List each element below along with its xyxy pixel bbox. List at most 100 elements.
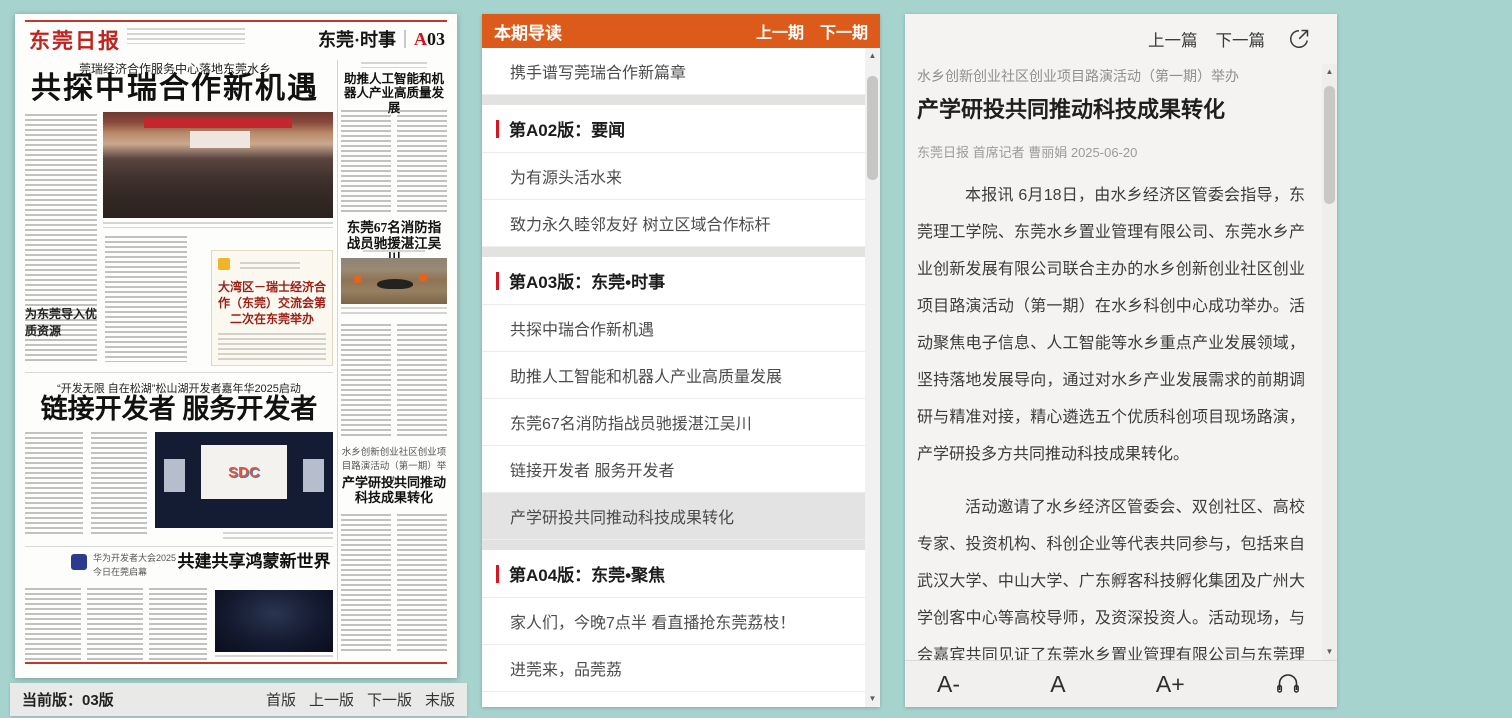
font-larger-button[interactable]: A+: [1156, 671, 1185, 698]
text-lines: [218, 333, 326, 361]
text-lines: [361, 62, 427, 68]
page-nav-link[interactable]: 末版: [425, 689, 455, 710]
toc-item[interactable]: 链接开发者 服务开发者: [482, 446, 865, 493]
brief-box[interactable]: 大湾区－瑞士经济合作（东莞）交流会第二次在东莞举办: [211, 250, 333, 366]
toc-item[interactable]: 第A02版：要闻: [482, 95, 865, 153]
reader-toolbar: A- A A+: [905, 660, 1337, 707]
font-smaller-button[interactable]: A-: [937, 671, 960, 698]
scroll-down-icon[interactable]: ▼: [865, 692, 880, 706]
article-paragraph: 本报讯 6月18日，由水乡经济区管委会指导，东莞理工学院、东莞水乡置业管理有限公…: [917, 177, 1305, 473]
reader-nav: 上一篇 下一篇: [1148, 27, 1311, 51]
brief-tag-icon: [218, 258, 230, 270]
toc-item-label: 为有源头活水来: [510, 164, 622, 188]
stage-screen: [190, 131, 250, 148]
section-marker: [496, 272, 499, 290]
next-issue-button[interactable]: 下一期: [820, 19, 868, 43]
text-lines: [240, 262, 300, 270]
rule: [25, 546, 333, 547]
text-lines: [341, 110, 391, 214]
current-page-label: 当前版：03版: [22, 689, 114, 710]
toc-item[interactable]: 东莞67名消防指战员驰援湛江吴川: [482, 399, 865, 446]
toc-item-label: 第A02版：要闻: [509, 116, 625, 141]
toc-item[interactable]: 第A04版：东莞•聚焦: [482, 540, 865, 598]
scroll-up-icon[interactable]: ▲: [1322, 65, 1337, 79]
toc-scrollbar[interactable]: ▲ ▼: [865, 48, 880, 707]
newspaper-page[interactable]: 东莞日报 东莞·时事 A03 莞瑞经济合作服务中心落地东莞水乡 共探中瑞合作新机…: [15, 14, 457, 678]
toc-item-label: 产学研投共同推动科技成果转化: [510, 504, 734, 528]
conference-photo: [103, 112, 333, 218]
toc-item-label: 携手谱写莞瑞合作新篇章: [510, 59, 686, 83]
share-icon[interactable]: [1287, 27, 1311, 51]
scrollbar-thumb[interactable]: [1324, 86, 1335, 204]
section-marker: [496, 120, 499, 138]
article-byline: 东莞日报 首席记者 曹丽娟 2025-06-20: [917, 142, 1305, 161]
page-nav-link[interactable]: 下一版: [367, 689, 412, 710]
prev-issue-button[interactable]: 上一期: [756, 19, 804, 43]
article3-headline[interactable]: 共建共享鸿蒙新世界: [175, 552, 333, 572]
rescuer: [419, 274, 426, 281]
photo-caption-lines: [223, 532, 333, 542]
toc-item-label: 家人们，今晚7点半 看直播抢东莞荔枝！: [510, 609, 795, 633]
prev-article-button[interactable]: 上一篇: [1148, 27, 1198, 51]
toc-item[interactable]: 助推人工智能和机器人产业高质量发展: [482, 352, 865, 399]
next-article-button[interactable]: 下一篇: [1216, 27, 1266, 51]
toc-item[interactable]: 致力永久睦邻友好 树立区域合作标杆: [482, 200, 865, 247]
right-col-headline-3[interactable]: 产学研投共同推动科技成果转化: [341, 476, 447, 506]
side-screen: [303, 459, 324, 492]
rescue-boat: [377, 279, 413, 289]
newspaper-brand: 东莞日报: [29, 25, 121, 55]
side-screen: [164, 459, 185, 492]
page-nav-link[interactable]: 首版: [266, 689, 296, 710]
toc-item[interactable]: 为有源头活水来: [482, 153, 865, 200]
text-lines: [363, 250, 425, 255]
text-lines: [397, 514, 447, 654]
text-lines: [91, 432, 147, 536]
toc-list: 携手谱写莞瑞合作新篇章 第A02版：要闻 为有源头活水来 致力永久睦邻友好 树立…: [482, 48, 865, 707]
stage-banner: [144, 118, 291, 128]
toc-item[interactable]: 产学研投共同推动科技成果转化: [482, 493, 865, 540]
photo-caption-lines: [341, 307, 447, 317]
brief-headline[interactable]: 大湾区－瑞士经济合作（东莞）交流会第二次在东莞举办: [218, 279, 326, 328]
sdc-stage-photo: SDC: [155, 432, 333, 528]
article-content: 水乡创新创业社区创业项目路演活动（第一期）举办 产学研投共同推动科技成果转化 东…: [917, 66, 1305, 660]
toc-item-label: 致力永久睦邻友好 树立区域合作标杆: [510, 211, 770, 235]
page-number: A03: [414, 29, 445, 50]
article2-headline[interactable]: 链接开发者 服务开发者: [25, 394, 333, 425]
article-title: 产学研投共同推动科技成果转化: [917, 95, 1305, 125]
toc-panel: 本期导读 上一期 下一期 携手谱写莞瑞合作新篇章 第A02版：要闻: [482, 14, 880, 707]
toc-item-label: 共探中瑞合作新机遇: [510, 316, 654, 340]
scroll-down-icon[interactable]: ▼: [1322, 645, 1337, 659]
article-body: 本报讯 6月18日，由水乡经济区管委会指导，东莞理工学院、东莞水乡置业管理有限公…: [917, 177, 1305, 660]
toc-item[interactable]: 进莞来，品莞荔: [482, 645, 865, 692]
article3-kicker: 华为开发者大会2025 今日在莞启幕: [93, 552, 181, 579]
section-marker: [496, 565, 499, 583]
text-lines: [87, 588, 143, 660]
article1-headline[interactable]: 共探中瑞合作新机遇: [25, 72, 325, 107]
right-col-headline-1[interactable]: 助推人工智能和机器人产业高质量发展: [341, 72, 447, 115]
column-rule: [337, 60, 338, 660]
section-name: 东莞·时事: [318, 26, 396, 52]
article-paragraph: 活动邀请了水乡经济区管委会、双创社区、高校专家、投资机构、科创企业等代表共同参与…: [917, 489, 1305, 660]
toc-item[interactable]: 携手谱写莞瑞合作新篇章: [482, 48, 865, 95]
headphones-icon[interactable]: [1275, 673, 1301, 695]
article3-kicker-line1: 华为开发者大会2025: [93, 553, 176, 563]
article-kicker: 水乡创新创业社区创业项目路演活动（第一期）举办: [917, 66, 1305, 86]
article-reader: 上一篇 下一篇 水乡创新创业社区创业项目路演活动（第一期）举办 产学研投共同推动…: [905, 14, 1337, 707]
toc-title: 本期导读: [494, 19, 562, 44]
rule: [25, 372, 333, 373]
article3-kicker-line2: 今日在莞启幕: [93, 567, 147, 577]
text-lines: [341, 514, 391, 654]
scrollbar-thumb[interactable]: [867, 76, 878, 180]
toc-item-label: 第A03版：东莞•时事: [509, 268, 665, 293]
font-normal-button[interactable]: A: [1050, 671, 1065, 698]
toc-item[interactable]: 高速驿站变身“荔”园 司乘朋友一路: [482, 692, 865, 707]
page-nav-link[interactable]: 上一版: [309, 689, 354, 710]
text-lines: [397, 324, 447, 436]
toc-item[interactable]: 家人们，今晚7点半 看直播抢东莞荔枝！: [482, 598, 865, 645]
toc-item[interactable]: 共探中瑞合作新机遇: [482, 305, 865, 352]
toc-item[interactable]: 第A03版：东莞•时事: [482, 247, 865, 305]
scroll-up-icon[interactable]: ▲: [865, 49, 880, 63]
text-lines: [341, 324, 391, 436]
text-lines: [397, 110, 447, 214]
reader-scrollbar[interactable]: ▲ ▼: [1322, 64, 1337, 660]
